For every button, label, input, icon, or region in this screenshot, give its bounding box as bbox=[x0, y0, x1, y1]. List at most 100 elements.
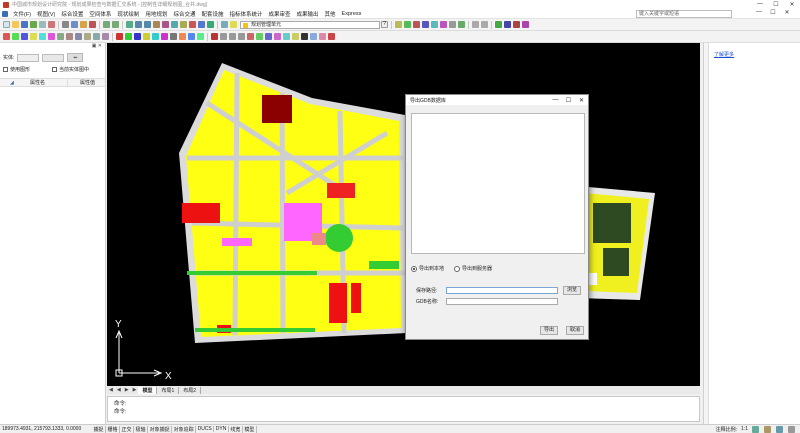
current-entity-checkbox[interactable] bbox=[52, 67, 58, 72]
toggle-lineweight[interactable]: 线宽 bbox=[229, 425, 243, 433]
copy-icon[interactable] bbox=[71, 21, 78, 28]
measure-icon[interactable] bbox=[495, 21, 502, 28]
toggle-snap[interactable]: 捕捉 bbox=[92, 425, 107, 433]
cancel-button[interactable]: 取消 bbox=[566, 326, 584, 335]
preview-icon[interactable] bbox=[39, 21, 46, 28]
tool-icon-19[interactable] bbox=[170, 33, 177, 40]
tool-icon-9[interactable] bbox=[75, 33, 82, 40]
toggle-ducs[interactable]: DUCS bbox=[196, 426, 215, 432]
tool-icon-36[interactable] bbox=[328, 33, 335, 40]
doc-close-button[interactable]: ✕ bbox=[780, 9, 794, 16]
tab-nav-next[interactable]: ▶ bbox=[123, 387, 131, 393]
browse-button[interactable]: 浏览 bbox=[563, 286, 581, 295]
zoom-icon-7[interactable] bbox=[449, 21, 456, 28]
undo2-icon[interactable] bbox=[472, 21, 479, 28]
paste-icon[interactable] bbox=[80, 21, 87, 28]
panel-controls[interactable]: ▣ ✕ bbox=[92, 43, 102, 51]
tab-nav-last[interactable]: ▶ bbox=[131, 387, 139, 393]
help-button[interactable]: ? bbox=[381, 21, 388, 28]
tab-layout1[interactable]: 布局1 bbox=[157, 386, 180, 394]
dialog-maximize-button[interactable]: ☐ bbox=[562, 97, 575, 104]
maximize-button[interactable]: ☐ bbox=[768, 1, 784, 8]
tool-icon-6[interactable] bbox=[48, 33, 55, 40]
arrow-icon[interactable] bbox=[522, 21, 529, 28]
tool-icon-10[interactable] bbox=[84, 33, 91, 40]
sort-icon[interactable]: ◢ bbox=[0, 80, 30, 86]
tool-icon-28[interactable] bbox=[256, 33, 263, 40]
tool-icon-2[interactable] bbox=[12, 33, 19, 40]
annotation-visibility-icon[interactable] bbox=[752, 425, 759, 433]
command-window[interactable]: 命令: 命令: bbox=[107, 396, 700, 422]
tool-icon-11[interactable] bbox=[93, 33, 100, 40]
tool-icon-14[interactable] bbox=[125, 33, 132, 40]
tool-icon-7[interactable] bbox=[57, 33, 64, 40]
menu-file[interactable]: 文件(F) bbox=[10, 10, 34, 18]
dialog-close-button[interactable]: ✕ bbox=[575, 97, 588, 104]
tool-icon-18[interactable] bbox=[161, 33, 168, 40]
toggle-model[interactable]: 模型 bbox=[243, 425, 257, 433]
tool-icon-29[interactable] bbox=[265, 33, 272, 40]
tool-icon-30[interactable] bbox=[274, 33, 281, 40]
tool-icon-25[interactable] bbox=[229, 33, 236, 40]
save-path-input[interactable] bbox=[446, 287, 558, 294]
annotation-scale-value[interactable]: 1:1 bbox=[741, 426, 748, 432]
tool-palette-icon[interactable] bbox=[180, 21, 187, 28]
tool-icon-26[interactable] bbox=[238, 33, 245, 40]
match-prop-icon[interactable] bbox=[89, 21, 96, 28]
publish-icon[interactable] bbox=[48, 21, 55, 28]
tool-icon-5[interactable] bbox=[39, 33, 46, 40]
app-menu-icon[interactable] bbox=[2, 10, 8, 17]
close-button[interactable]: ✕ bbox=[784, 1, 800, 8]
clean-screen-icon[interactable] bbox=[788, 425, 795, 433]
tool-icon-12[interactable] bbox=[102, 33, 109, 40]
print-icon[interactable] bbox=[30, 21, 37, 28]
redo2-icon[interactable] bbox=[481, 21, 488, 28]
export-button[interactable]: 导出 bbox=[540, 326, 558, 335]
toggle-polar[interactable]: 极轴 bbox=[134, 425, 149, 433]
select-arrow-icon[interactable]: ⬅ bbox=[67, 53, 84, 62]
move-icon[interactable] bbox=[504, 21, 511, 28]
tool-icon-4[interactable] bbox=[30, 33, 37, 40]
drawing-canvas[interactable]: Y X bbox=[107, 43, 700, 386]
new-icon[interactable] bbox=[3, 21, 10, 28]
toggle-otrack[interactable]: 对象追踪 bbox=[172, 425, 197, 433]
layer-state-icon[interactable] bbox=[230, 21, 237, 28]
toggle-ortho[interactable]: 正交 bbox=[120, 425, 135, 433]
gdb-name-input[interactable] bbox=[446, 298, 558, 305]
menu-output[interactable]: 成果输出 bbox=[294, 10, 322, 18]
menu-indicators[interactable]: 指标体系统计 bbox=[226, 10, 265, 18]
tab-model[interactable]: 模型 bbox=[138, 386, 158, 394]
tool-icon-3[interactable] bbox=[21, 33, 28, 40]
doc-minimize-button[interactable]: — bbox=[752, 9, 766, 16]
save-icon[interactable] bbox=[21, 21, 28, 28]
zoom-icon-2[interactable] bbox=[404, 21, 411, 28]
radio-local-button[interactable] bbox=[411, 265, 417, 272]
tool-icon-20[interactable] bbox=[179, 33, 186, 40]
tab-nav-prev[interactable]: ◀ bbox=[115, 387, 123, 393]
open-icon[interactable] bbox=[12, 21, 19, 28]
calculator-icon[interactable] bbox=[207, 21, 214, 28]
toggle-dyn[interactable]: DYN bbox=[214, 426, 229, 432]
menu-express[interactable]: Express bbox=[339, 11, 365, 17]
cut-icon[interactable] bbox=[62, 21, 69, 28]
menu-other[interactable]: 其他 bbox=[322, 10, 339, 18]
zoom-realtime-icon[interactable] bbox=[135, 21, 142, 28]
tab-layout2[interactable]: 布局2 bbox=[179, 386, 202, 394]
radio-local[interactable]: 导出到本地 bbox=[411, 265, 444, 272]
zoom-icon-3[interactable] bbox=[413, 21, 420, 28]
tab-nav-first[interactable]: ◀ bbox=[107, 387, 115, 393]
sheet-set-icon[interactable] bbox=[189, 21, 196, 28]
layer-manager-icon[interactable] bbox=[221, 21, 228, 28]
tool-icon-24[interactable] bbox=[220, 33, 227, 40]
tool-icon-15[interactable] bbox=[134, 33, 141, 40]
menu-traffic[interactable]: 综合交通 bbox=[170, 10, 198, 18]
entity-select[interactable] bbox=[17, 53, 40, 62]
tool-icon-1[interactable] bbox=[3, 33, 10, 40]
zoom-previous-icon[interactable] bbox=[153, 21, 160, 28]
tool-icon-32[interactable] bbox=[292, 33, 299, 40]
menu-landuse[interactable]: 用地规划 bbox=[142, 10, 170, 18]
learn-more-link[interactable]: 了解更多 bbox=[704, 43, 800, 58]
use-graphic-checkbox[interactable] bbox=[3, 67, 8, 72]
radio-server[interactable]: 导出到服务器 bbox=[454, 265, 492, 272]
tool-icon-31[interactable] bbox=[283, 33, 290, 40]
